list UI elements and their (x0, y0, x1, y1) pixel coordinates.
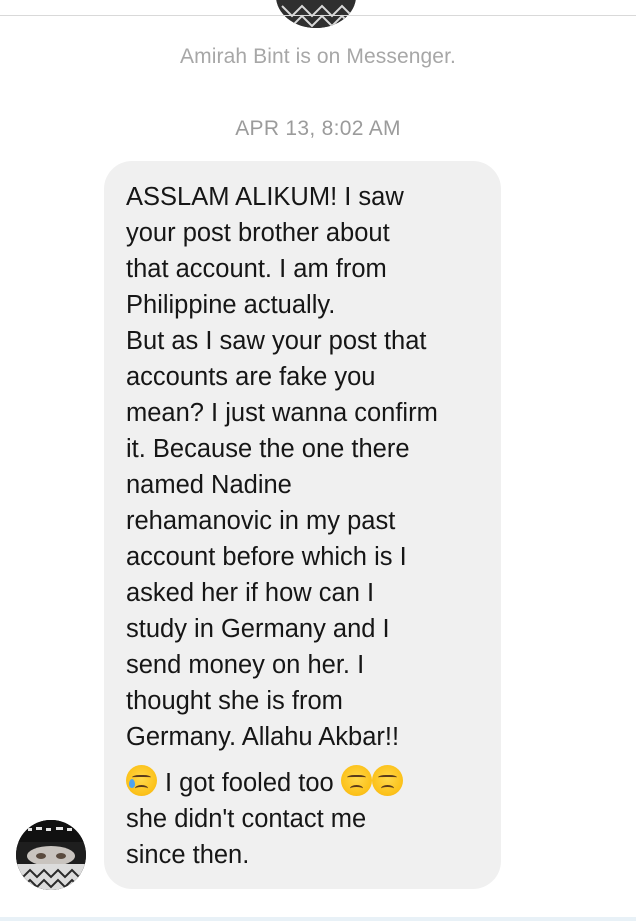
pensive-face-emoji-icon (340, 765, 372, 796)
messenger-notice: Amirah Bint is on Messenger. (180, 45, 456, 68)
pensive-face-emoji-icon (371, 765, 403, 796)
message-paragraph-2: I got fooled too she didn't contact me s… (126, 765, 479, 873)
crying-face-emoji-icon (126, 765, 157, 796)
message-paragraph-1: ASSLAM ALIKUM! I saw your post brother a… (126, 183, 438, 751)
message-paragraph-2-tail: she didn't contact me since then. (126, 805, 367, 869)
messenger-conversation: Amirah Bint is on Messenger. APR 13, 8:0… (0, 0, 636, 921)
sender-avatar[interactable] (16, 820, 86, 890)
top-profile-avatar[interactable] (276, 0, 356, 28)
message-timestamp: APR 13, 8:02 AM (235, 117, 401, 140)
incoming-message-bubble[interactable]: ASSLAM ALIKUM! I saw your post brother a… (104, 161, 501, 889)
message-paragraph-2-text: I got fooled too (165, 769, 341, 797)
bottom-edge (0, 917, 636, 921)
header-divider (0, 15, 636, 16)
